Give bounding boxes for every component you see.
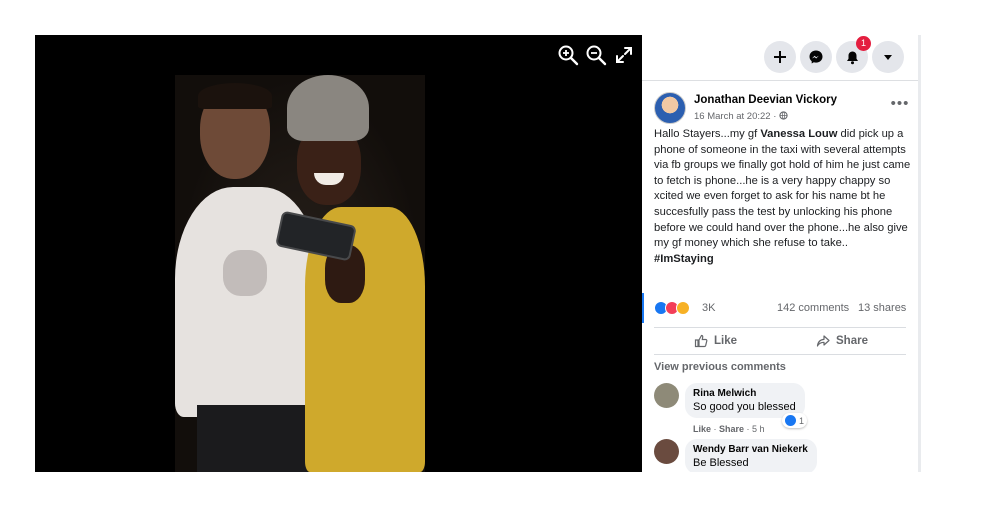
post-text-part: Hallo Stayers...my gf bbox=[654, 128, 761, 140]
create-button[interactable] bbox=[764, 41, 796, 73]
more-dots-icon: ••• bbox=[890, 95, 910, 112]
post-header: Jonathan Deevian Vickory 16 March at 20:… bbox=[654, 92, 908, 126]
comment-actions: Like · Share · 5 h bbox=[693, 424, 765, 434]
reaction-count[interactable]: 3K bbox=[702, 302, 715, 314]
messenger-icon bbox=[809, 50, 823, 64]
account-menu-button[interactable] bbox=[872, 41, 904, 73]
post-text: Hallo Stayers...my gf Vanessa Louw did p… bbox=[654, 127, 912, 267]
photo-woman-pants bbox=[197, 405, 317, 472]
post-photo[interactable] bbox=[175, 75, 425, 472]
commenter-avatar[interactable] bbox=[654, 383, 679, 408]
zoom-in-button[interactable] bbox=[557, 44, 579, 66]
fullscreen-button[interactable] bbox=[613, 44, 635, 66]
like-label: Like bbox=[714, 335, 738, 347]
panel-scrollbar[interactable] bbox=[918, 35, 921, 472]
like-reaction-icon bbox=[785, 415, 796, 426]
zoom-in-icon bbox=[558, 45, 579, 66]
globe-icon bbox=[779, 111, 788, 120]
post-meta: 16 March at 20:22 · bbox=[694, 111, 788, 122]
zoom-out-button[interactable] bbox=[585, 44, 607, 66]
expand-icon bbox=[616, 47, 632, 63]
post-actions: Like Share bbox=[654, 327, 906, 355]
panel-focus-indicator bbox=[642, 293, 644, 323]
plus-icon bbox=[774, 51, 786, 63]
bell-icon bbox=[846, 51, 858, 64]
share-label: Share bbox=[836, 335, 868, 347]
photo-woman-hair bbox=[198, 83, 272, 109]
comment-text: Be Blessed bbox=[693, 457, 749, 469]
comment-time[interactable]: 5 h bbox=[752, 424, 765, 434]
comment-reactions[interactable]: 1 bbox=[782, 413, 808, 428]
meta-separator: · bbox=[773, 111, 777, 122]
messenger-button[interactable] bbox=[800, 41, 832, 73]
comment-bubble: Wendy Barr van Niekerk Be Blessed bbox=[685, 439, 817, 472]
zoom-out-icon bbox=[586, 45, 607, 66]
top-bar: 1 bbox=[642, 35, 918, 81]
post-text-part: did pick up a phone of someone in the ta… bbox=[654, 128, 911, 250]
comment-reaction-count: 1 bbox=[799, 415, 805, 426]
photo-shirt-print bbox=[223, 250, 267, 296]
caret-down-icon bbox=[884, 55, 892, 60]
commenter-name[interactable]: Rina Melwich bbox=[693, 388, 796, 399]
view-previous-comments-link[interactable]: View previous comments bbox=[654, 361, 786, 373]
post-side-panel: 1 Jonathan Deevian Vickory 16 March at 2… bbox=[642, 35, 918, 472]
comments-count[interactable]: 142 comments bbox=[777, 302, 849, 314]
share-icon bbox=[816, 335, 830, 347]
post-date[interactable]: 16 March at 20:22 bbox=[694, 111, 771, 122]
author-avatar[interactable] bbox=[654, 92, 686, 124]
comment-text: So good you blessed bbox=[693, 401, 796, 413]
photo-viewer bbox=[35, 35, 642, 472]
hashtag-link[interactable]: #ImStaying bbox=[654, 252, 912, 268]
photo-man-beanie bbox=[287, 75, 369, 141]
post-stats: 3K 142 comments 13 shares bbox=[654, 300, 906, 318]
care-reaction-icon bbox=[676, 301, 690, 315]
like-button[interactable]: Like bbox=[694, 330, 737, 352]
notification-badge: 1 bbox=[856, 36, 871, 51]
commenter-avatar[interactable] bbox=[654, 439, 679, 464]
shares-count[interactable]: 13 shares bbox=[858, 302, 906, 314]
author-name[interactable]: Jonathan Deevian Vickory bbox=[694, 94, 837, 106]
thumbs-up-icon bbox=[694, 334, 708, 348]
share-button[interactable]: Share bbox=[816, 330, 868, 352]
comment-like-link[interactable]: Like bbox=[693, 424, 711, 434]
mention-link[interactable]: Vanessa Louw bbox=[760, 128, 837, 140]
post-options-button[interactable]: ••• bbox=[890, 96, 910, 112]
comment-share-link[interactable]: Share bbox=[719, 424, 744, 434]
commenter-name[interactable]: Wendy Barr van Niekerk bbox=[693, 444, 808, 455]
reaction-icons[interactable] bbox=[654, 300, 698, 316]
